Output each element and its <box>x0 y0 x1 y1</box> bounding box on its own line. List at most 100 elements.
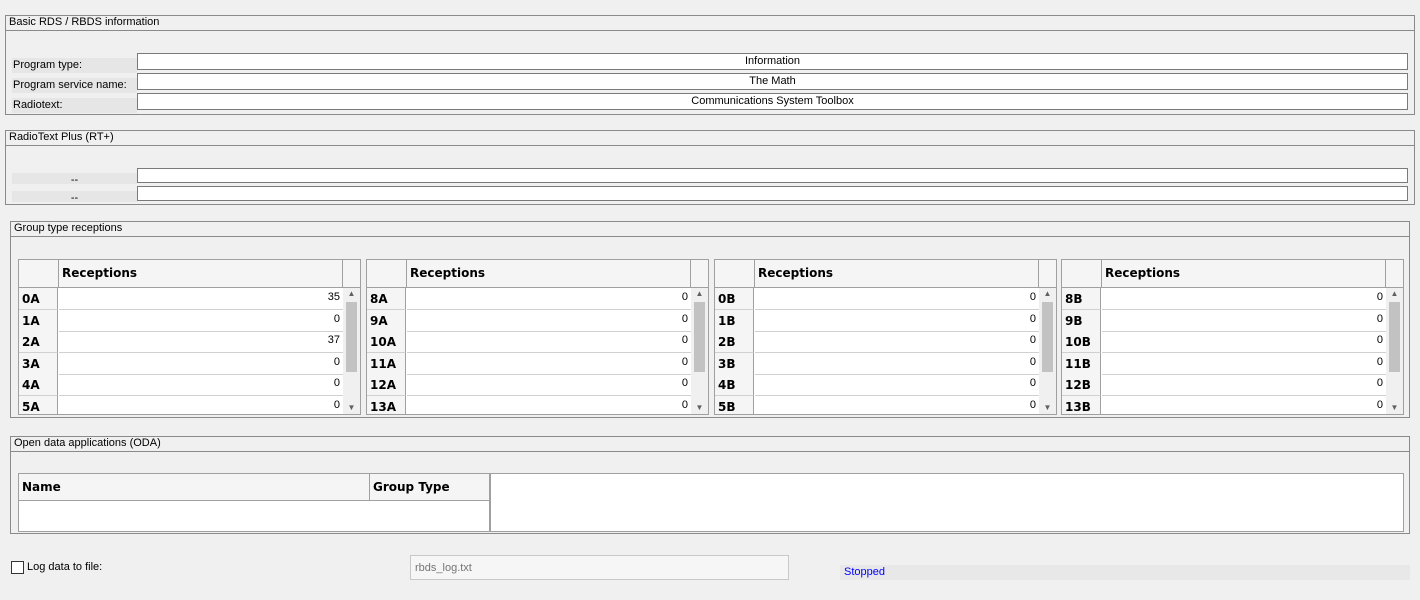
table-corner <box>19 260 59 287</box>
receptions-cell[interactable]: 0 <box>407 374 691 396</box>
scrollbar-thumb[interactable] <box>1042 302 1053 372</box>
group-type-name: 5B <box>715 395 754 414</box>
table-row[interactable]: 9A 0 <box>367 309 691 332</box>
rtplus-item1-field[interactable] <box>137 168 1408 183</box>
scrollbar-thumb[interactable] <box>694 302 705 372</box>
receptions-cell[interactable]: 0 <box>755 310 1039 332</box>
table-row[interactable]: 11B 0 <box>1062 352 1386 375</box>
group-type-name: 2A <box>19 331 58 353</box>
column-header-receptions[interactable]: Receptions <box>59 260 343 287</box>
scrollbar-thumb[interactable] <box>1389 302 1400 372</box>
radiotext-field[interactable]: Communications System Toolbox <box>137 93 1408 110</box>
receptions-cell[interactable]: 0 <box>1102 374 1386 396</box>
table-row[interactable]: 4B 0 <box>715 374 1039 396</box>
table-row[interactable]: 2A 37 <box>19 331 343 353</box>
table-row[interactable]: 9B 0 <box>1062 309 1386 332</box>
oda-detail-area[interactable] <box>490 473 1404 532</box>
receptions-cell[interactable]: 0 <box>407 396 691 415</box>
oda-col-name[interactable]: Name <box>19 474 370 501</box>
scroll-down-icon[interactable]: ▼ <box>1039 402 1056 414</box>
table-row[interactable]: 3A 0 <box>19 352 343 375</box>
program-type-field[interactable]: Information <box>137 53 1408 70</box>
rtplus-item2-field[interactable] <box>137 186 1408 201</box>
receptions-cell[interactable]: 0 <box>1102 288 1386 310</box>
reception-table[interactable]: Receptions 0B 0 1B 0 2B 0 3B 0 4B 0 5B 0… <box>714 259 1057 415</box>
scroll-up-icon[interactable]: ▲ <box>343 288 360 300</box>
table-row[interactable]: 8A 0 <box>367 288 691 310</box>
receptions-cell[interactable]: 0 <box>1102 396 1386 415</box>
receptions-cell[interactable]: 0 <box>407 353 691 375</box>
receptions-cell[interactable]: 0 <box>755 396 1039 415</box>
scroll-up-icon[interactable]: ▲ <box>1039 288 1056 300</box>
scrollbar-thumb[interactable] <box>346 302 357 372</box>
table-row[interactable]: 8B 0 <box>1062 288 1386 310</box>
vertical-scrollbar[interactable]: ▲ ▼ <box>1039 288 1056 414</box>
vertical-scrollbar[interactable]: ▲ ▼ <box>343 288 360 414</box>
receptions-cell[interactable]: 0 <box>1102 353 1386 375</box>
group-type-name: 10B <box>1062 331 1101 353</box>
reception-table[interactable]: Receptions 8A 0 9A 0 10A 0 11A 0 12A 0 1… <box>366 259 709 415</box>
table-row[interactable]: 12B 0 <box>1062 374 1386 396</box>
table-row[interactable]: 13A 0 <box>367 395 691 415</box>
group-type-name: 12B <box>1062 374 1101 396</box>
receptions-cell[interactable]: 0 <box>407 288 691 310</box>
receptions-cell[interactable]: 37 <box>59 331 343 353</box>
receptions-cell[interactable]: 0 <box>59 353 343 375</box>
table-row[interactable]: 5B 0 <box>715 395 1039 415</box>
receptions-cell[interactable]: 0 <box>59 396 343 415</box>
radiotext-label: Radiotext: <box>12 98 137 113</box>
group-type-name: 9A <box>367 309 406 332</box>
oda-col-group-type[interactable]: Group Type <box>370 474 489 501</box>
column-header-receptions[interactable]: Receptions <box>755 260 1039 287</box>
vertical-scrollbar[interactable]: ▲ ▼ <box>1386 288 1403 414</box>
table-row[interactable]: 0A 35 <box>19 288 343 310</box>
log-checkbox[interactable] <box>11 561 24 574</box>
receptions-cell[interactable]: 0 <box>755 331 1039 353</box>
table-row[interactable]: 0B 0 <box>715 288 1039 310</box>
receptions-cell[interactable]: 0 <box>755 353 1039 375</box>
table-row[interactable]: 10A 0 <box>367 331 691 353</box>
ps-name-field[interactable]: The Math <box>137 73 1408 90</box>
table-row[interactable]: 11A 0 <box>367 352 691 375</box>
receptions-cell[interactable]: 0 <box>755 374 1039 396</box>
receptions-cell[interactable]: 0 <box>59 310 343 332</box>
vertical-scrollbar[interactable]: ▲ ▼ <box>691 288 708 414</box>
table-row[interactable]: 1A 0 <box>19 309 343 332</box>
scroll-down-icon[interactable]: ▼ <box>691 402 708 414</box>
column-header-receptions[interactable]: Receptions <box>407 260 691 287</box>
reception-table[interactable]: Receptions 0A 35 1A 0 2A 37 3A 0 4A 0 5A… <box>18 259 361 415</box>
group-type-name: 3A <box>19 352 58 375</box>
table-row[interactable]: 3B 0 <box>715 352 1039 375</box>
scroll-down-icon[interactable]: ▼ <box>1386 402 1403 414</box>
reception-table[interactable]: Receptions 8B 0 9B 0 10B 0 11B 0 12B 0 1… <box>1061 259 1404 415</box>
scroll-up-icon[interactable]: ▲ <box>691 288 708 300</box>
scroll-up-icon[interactable]: ▲ <box>1386 288 1403 300</box>
receptions-cell[interactable]: 0 <box>1102 331 1386 353</box>
receptions-cell[interactable]: 0 <box>407 310 691 332</box>
table-corner <box>367 260 407 287</box>
receptions-cell[interactable]: 0 <box>755 288 1039 310</box>
table-row[interactable]: 12A 0 <box>367 374 691 396</box>
table-row[interactable]: 1B 0 <box>715 309 1039 332</box>
table-row[interactable]: 13B 0 <box>1062 395 1386 415</box>
scroll-down-icon[interactable]: ▼ <box>343 402 360 414</box>
header-tail <box>1386 260 1403 287</box>
column-header-receptions[interactable]: Receptions <box>1102 260 1386 287</box>
group-type-name: 0B <box>715 288 754 310</box>
status-bar: Stopped <box>840 565 1410 580</box>
log-file-input[interactable] <box>410 555 789 580</box>
table-row[interactable]: 2B 0 <box>715 331 1039 353</box>
oda-table[interactable]: Name Group Type <box>18 473 490 532</box>
table-row[interactable]: 10B 0 <box>1062 331 1386 353</box>
receptions-cell[interactable]: 35 <box>59 288 343 310</box>
group-type-name: 8A <box>367 288 406 310</box>
receptions-cell[interactable]: 0 <box>1102 310 1386 332</box>
group-type-name: 1B <box>715 309 754 332</box>
group-type-name: 12A <box>367 374 406 396</box>
receptions-cell[interactable]: 0 <box>407 331 691 353</box>
table-row[interactable]: 4A 0 <box>19 374 343 396</box>
group-type-name: 13A <box>367 395 406 414</box>
group-type-name: 11A <box>367 352 406 375</box>
table-row[interactable]: 5A 0 <box>19 395 343 415</box>
receptions-cell[interactable]: 0 <box>59 374 343 396</box>
